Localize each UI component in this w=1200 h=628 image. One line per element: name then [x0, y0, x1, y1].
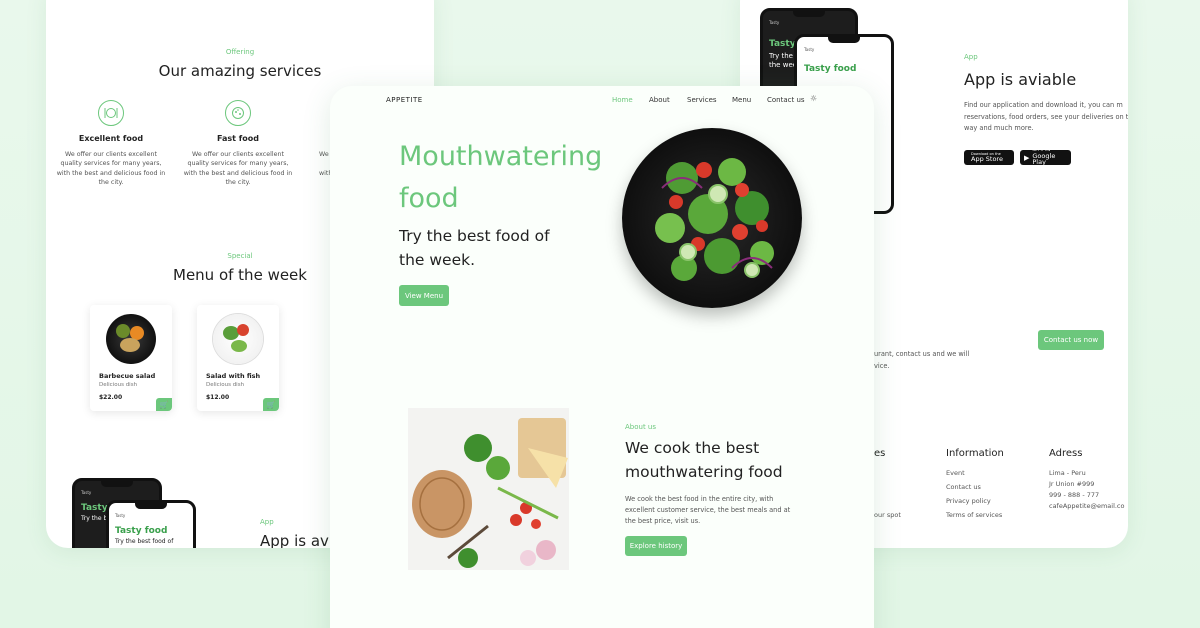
nav-menu[interactable]: Menu: [732, 96, 751, 104]
about-food-image: [408, 408, 569, 570]
main-preview-card: APPETITE Home About Services Menu Contac…: [330, 86, 874, 628]
service-desc: We offer our clients excellent quality s…: [183, 151, 293, 187]
dish-name: Salad with fish: [206, 372, 261, 380]
address-email: cafeAppetite@email.co: [1049, 502, 1125, 510]
logo[interactable]: APPETITE: [386, 96, 423, 104]
app-store-button[interactable]: Download on the App Store: [964, 150, 1014, 165]
cart-icon[interactable]: 🛒: [156, 398, 172, 411]
view-menu-button[interactable]: View Menu: [399, 285, 449, 306]
offering-label: Offering: [225, 48, 255, 56]
contact-now-button[interactable]: Contact us now: [1038, 330, 1104, 350]
nav-services[interactable]: Services: [687, 96, 717, 104]
address-line: Lima - Peru: [1049, 469, 1086, 477]
dish-card[interactable]: Salad with fish Delicious dish $12.00 🛒: [197, 305, 279, 411]
nav-contact[interactable]: Contact us: [767, 96, 805, 104]
pizza-icon: [225, 100, 251, 126]
app-description: Find our application and download it, yo…: [964, 101, 1128, 133]
play-icon: ▶: [1024, 153, 1030, 162]
service-desc: We offer our clients excellent quality s…: [56, 151, 166, 187]
footer-link-privacy[interactable]: Privacy policy: [946, 498, 991, 505]
dish-subtitle: Delicious dish: [99, 382, 138, 388]
footer-link-event[interactable]: Event: [946, 470, 965, 477]
service-title: Fast food: [217, 134, 259, 143]
theme-toggle-icon[interactable]: ☼: [810, 94, 817, 103]
footer-link[interactable]: our spot: [874, 512, 901, 519]
app-label: App: [260, 518, 274, 526]
contact-text: urant, contact us and we will vice.: [874, 350, 970, 370]
cart-icon[interactable]: 🛒: [263, 398, 279, 411]
nav-home[interactable]: Home: [612, 96, 633, 104]
dish-cutlery-icon: [98, 100, 124, 126]
app-title: App is aviable: [964, 70, 1077, 89]
service-excellent-food: Excellent food We offer our clients exce…: [56, 100, 166, 188]
dish-image: [106, 314, 156, 364]
salad-bowl-image: [622, 128, 802, 308]
google-play-button[interactable]: ▶ GET IT ON Google Play: [1020, 149, 1071, 166]
nav-about[interactable]: About: [649, 96, 670, 104]
dish-card[interactable]: Barbecue salad Delicious dish $22.00 🛒: [90, 305, 172, 411]
service-title: Excellent food: [78, 134, 144, 143]
dish-name: Barbecue salad: [99, 372, 156, 380]
app-title: App is avi: [260, 532, 334, 548]
explore-history-button[interactable]: Explore history: [625, 536, 687, 556]
dish-subtitle: Delicious dish: [206, 382, 245, 388]
phone-mockup-light: Tasty Tasty food Try the best food of: [106, 500, 196, 548]
address-line: 999 - 888 - 777: [1049, 491, 1100, 499]
app-label: App: [964, 53, 978, 61]
about-title: We cook the best mouthwatering food: [625, 439, 783, 481]
about-description: We cook the best food in the entire city…: [625, 495, 791, 526]
footer-link-contact[interactable]: Contact us: [946, 484, 981, 491]
hero-title: Mouthwatering food: [399, 141, 603, 214]
address-title: Adress: [1049, 448, 1083, 459]
footer-column-title: es: [874, 448, 886, 459]
address-line: Jr Union #999: [1049, 480, 1095, 488]
services-title: Our amazing services: [158, 62, 322, 80]
about-label: About us: [625, 423, 657, 431]
footer-link-terms[interactable]: Terms of services: [946, 512, 1002, 519]
information-title: Information: [946, 448, 1004, 459]
hero-subtitle: Try the best food of the week.: [399, 227, 550, 269]
dish-image: [213, 314, 263, 364]
service-fast-food: Fast food We offer our clients excellent…: [183, 100, 293, 188]
